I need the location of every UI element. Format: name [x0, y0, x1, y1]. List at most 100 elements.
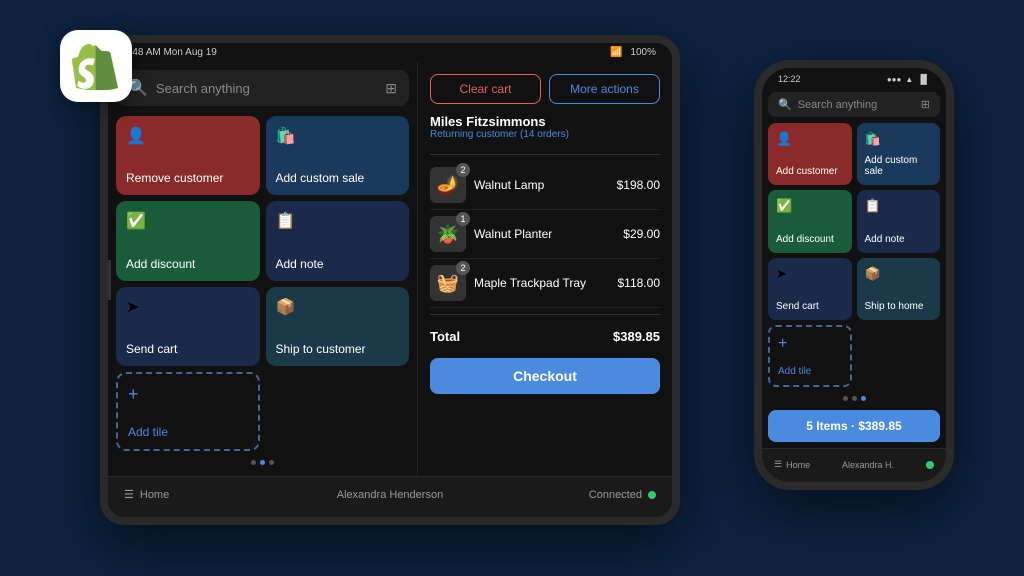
battery-status: 100% [630, 47, 656, 58]
ship-to-customer-tile[interactable]: 📦 Ship to customer [266, 287, 410, 366]
ship-icon: 📦 [276, 297, 296, 317]
phone-home-label: Home [786, 460, 810, 470]
phone-dot-3 [861, 396, 866, 401]
phone-search-placeholder: Search anything [798, 99, 915, 111]
username-display: Alexandra Henderson [337, 489, 443, 501]
item-name-2: Walnut Planter [474, 227, 615, 241]
phone-discount-icon: ✅ [776, 198, 792, 214]
item-image-1: 🪔 2 [430, 167, 466, 203]
add-discount-tile[interactable]: ✅ Add discount [116, 201, 260, 280]
search-input-placeholder: Search anything [156, 81, 377, 96]
phone-add-discount-tile[interactable]: ✅ Add discount [768, 190, 852, 252]
tablet-device: 9:48 AM Mon Aug 19 📶 100% 🔍 Search anyth… [100, 35, 680, 525]
tablet-status-bar: 9:48 AM Mon Aug 19 📶 100% [108, 43, 672, 62]
barcode-icon: ⊞ [385, 80, 397, 97]
phone-wifi-icon: ▲ [905, 75, 913, 84]
connected-indicator [648, 491, 656, 499]
plus-icon: + [128, 384, 139, 405]
dot-3 [269, 460, 274, 465]
phone-page-dots [768, 393, 940, 404]
phone-search-bar[interactable]: 🔍 Search anything ⊞ [768, 92, 940, 117]
item-qty-badge-2: 1 [456, 212, 470, 226]
item-qty-badge-1: 2 [456, 163, 470, 177]
phone-time: 12:22 [778, 74, 801, 84]
wifi-icon: 📶 [610, 47, 622, 58]
tablet-side-button [105, 260, 111, 300]
phone-device: 12:22 ●●● ▲ ▐▌ 🔍 Search anything ⊞ 👤 Add… [754, 60, 954, 490]
phone-send-cart-tile[interactable]: ➤ Send cart [768, 258, 852, 320]
phone-add-note-label: Add note [865, 234, 933, 245]
add-note-tile[interactable]: 📋 Add note [266, 201, 410, 280]
item-qty-badge-3: 2 [456, 261, 470, 275]
item-image-3: 🧺 2 [430, 265, 466, 301]
phone-tile-grid: 👤 Add customer 🛍️ Add custom sale ✅ Add … [768, 123, 940, 387]
phone-add-note-tile[interactable]: 📋 Add note [857, 190, 941, 252]
item-price-1: $198.00 [617, 178, 660, 192]
more-actions-button[interactable]: More actions [549, 74, 660, 104]
bag-icon: 🛍️ [276, 126, 296, 146]
phone-add-custom-sale-label: Add custom sale [865, 155, 933, 177]
phone-add-customer-tile[interactable]: 👤 Add customer [768, 123, 852, 185]
phone-note-icon: 📋 [865, 198, 881, 214]
divider-2 [430, 314, 660, 315]
dot-2 [260, 460, 265, 465]
shopify-logo [60, 30, 132, 102]
dot-1 [251, 460, 256, 465]
remove-customer-tile[interactable]: 👤 Remove customer [116, 116, 260, 195]
phone-send-icon: ➤ [776, 266, 787, 282]
remove-customer-label: Remove customer [126, 171, 250, 185]
search-bar[interactable]: 🔍 Search anything ⊞ [116, 70, 409, 106]
phone-status-bar: 12:22 ●●● ▲ ▐▌ [762, 68, 946, 86]
phone-checkout-bar[interactable]: 5 Items · $389.85 [768, 410, 940, 442]
phone-person-icon: 👤 [776, 131, 792, 147]
phone-barcode-icon: ⊞ [921, 98, 930, 111]
person-remove-icon: 👤 [126, 126, 146, 146]
add-tile-label: Add tile [128, 425, 248, 439]
ship-to-customer-label: Ship to customer [276, 342, 400, 356]
discount-icon: ✅ [126, 211, 146, 231]
phone-ship-icon: 📦 [865, 266, 881, 282]
home-menu-section: ☰ Home [124, 488, 301, 501]
cart-action-buttons: Clear cart More actions [430, 74, 660, 104]
customer-tag: Returning customer (14 orders) [430, 129, 660, 140]
cart-item-1: 🪔 2 Walnut Lamp $198.00 [430, 161, 660, 210]
item-price-2: $29.00 [623, 227, 660, 241]
note-icon: 📋 [276, 211, 296, 231]
phone-add-customer-label: Add customer [776, 166, 844, 177]
cart-item-2: 🪴 1 Walnut Planter $29.00 [430, 210, 660, 259]
phone-username: Alexandra H. [842, 460, 894, 470]
phone-ship-to-home-tile[interactable]: 📦 Ship to home [857, 258, 941, 320]
phone-dot-2 [852, 396, 857, 401]
phone-add-custom-sale-tile[interactable]: 🛍️ Add custom sale [857, 123, 941, 185]
phone-ship-to-home-label: Ship to home [865, 301, 933, 312]
phone-plus-icon: + [778, 335, 787, 353]
connection-label: Connected [589, 489, 642, 501]
phone-send-cart-label: Send cart [776, 301, 844, 312]
add-custom-sale-label: Add custom sale [276, 171, 400, 185]
page-dots-indicator [116, 457, 409, 468]
home-label: Home [140, 489, 169, 501]
item-image-2: 🪴 1 [430, 216, 466, 252]
total-amount: $389.85 [613, 329, 660, 344]
total-label: Total [430, 329, 460, 344]
clear-cart-button[interactable]: Clear cart [430, 74, 541, 104]
customer-info: Miles Fitzsimmons Returning customer (14… [430, 114, 660, 140]
item-price-3: $118.00 [618, 276, 661, 290]
phone-battery-icon: ▐▌ [917, 74, 930, 84]
phone-dot-1 [843, 396, 848, 401]
phone-signal-icon: ●●● [887, 75, 902, 84]
tablet-time: 9:48 AM Mon Aug 19 [124, 47, 217, 58]
add-custom-sale-tile[interactable]: 🛍️ Add custom sale [266, 116, 410, 195]
send-icon: ➤ [126, 297, 139, 317]
customer-name: Miles Fitzsimmons [430, 114, 660, 129]
connection-status: Connected [479, 489, 656, 501]
send-cart-label: Send cart [126, 342, 250, 356]
tablet-right-panel: Clear cart More actions Miles Fitzsimmon… [418, 62, 672, 476]
phone-bag-icon: 🛍️ [865, 131, 881, 147]
add-discount-label: Add discount [126, 257, 250, 271]
phone-add-tile-button[interactable]: + Add tile [768, 325, 852, 387]
checkout-button[interactable]: Checkout [430, 358, 660, 394]
add-tile-button[interactable]: + Add tile [116, 372, 260, 451]
send-cart-tile[interactable]: ➤ Send cart [116, 287, 260, 366]
tablet-left-panel: 🔍 Search anything ⊞ 👤 Remove customer 🛍️… [108, 62, 418, 476]
